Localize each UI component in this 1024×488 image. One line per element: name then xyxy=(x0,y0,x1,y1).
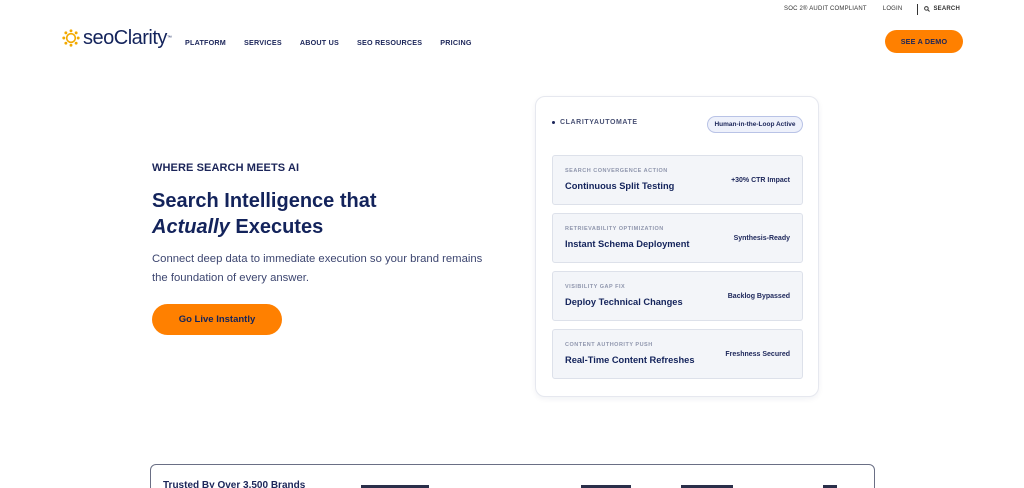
main-nav: PLATFORM SERVICES ABOUT US SEO RESOURCES… xyxy=(185,38,490,47)
action-row: CONTENT AUTHORITY PUSH Real-Time Content… xyxy=(552,329,803,379)
action-row: SEARCH CONVERGENCE ACTION Continuous Spl… xyxy=(552,155,803,205)
action-row: VISIBILITY GAP FIX Deploy Technical Chan… xyxy=(552,271,803,321)
logo-trademark: ™ xyxy=(166,35,172,41)
soc-compliance-link[interactable]: SOC 2® AUDIT COMPLIANT xyxy=(784,6,867,12)
hero-eyebrow: WHERE SEARCH MEETS AI xyxy=(152,162,300,174)
see-a-demo-button[interactable]: SEE A DEMO xyxy=(885,30,963,53)
panel-header: CLARITYAUTOMATE xyxy=(552,119,638,126)
action-title: Continuous Split Testing xyxy=(565,181,675,191)
action-title: Deploy Technical Changes xyxy=(565,297,683,307)
sun-logo-icon xyxy=(62,29,80,47)
search-label: SEARCH xyxy=(933,6,960,12)
clarityautomate-panel: CLARITYAUTOMATE Human-in-the-Loop Active… xyxy=(535,96,819,397)
headline-rest: Executes xyxy=(229,216,324,238)
action-status: Synthesis-Ready xyxy=(733,235,790,242)
action-status: +30% CTR Impact xyxy=(731,177,790,184)
action-tag: RETRIEVABILITY OPTIMIZATION xyxy=(565,226,664,232)
action-title: Instant Schema Deployment xyxy=(565,239,690,249)
search-icon xyxy=(924,6,931,12)
panel-label: CLARITYAUTOMATE xyxy=(560,119,638,126)
hero-headline: Search Intelligence that Actually Execut… xyxy=(152,188,377,240)
action-tag: VISIBILITY GAP FIX xyxy=(565,284,626,290)
nav-platform[interactable]: PLATFORM xyxy=(185,38,226,47)
utility-bar: SOC 2® AUDIT COMPLIANT LOGIN SEARCH xyxy=(784,3,960,15)
human-in-loop-badge: Human-in-the-Loop Active xyxy=(707,116,803,133)
action-status: Freshness Secured xyxy=(725,351,790,358)
trusted-brands-strip: Trusted By Over 3,500 Brands xyxy=(150,464,875,488)
go-live-button[interactable]: Go Live Instantly xyxy=(152,304,282,335)
search-link[interactable]: SEARCH xyxy=(924,6,960,12)
action-title: Real-Time Content Refreshes xyxy=(565,355,695,365)
utility-divider xyxy=(917,3,919,15)
action-status: Backlog Bypassed xyxy=(727,293,790,300)
seoclarity-logo[interactable]: seoClarity ™ xyxy=(62,28,172,48)
headline-line-1: Search Intelligence that xyxy=(152,190,377,212)
headline-emphasis: Actually xyxy=(152,216,230,238)
status-dot-icon xyxy=(552,121,555,124)
action-tag: SEARCH CONVERGENCE ACTION xyxy=(565,168,668,174)
nav-services[interactable]: SERVICES xyxy=(244,38,282,47)
login-link[interactable]: LOGIN xyxy=(883,6,903,12)
trusted-brands-label: Trusted By Over 3,500 Brands xyxy=(163,480,306,488)
nav-seo-resources[interactable]: SEO RESOURCES xyxy=(357,38,422,47)
headline-line-2: Actually Executes xyxy=(152,214,377,240)
logo-wordmark: seoClarity xyxy=(83,27,167,49)
hero-subtext: Connect deep data to immediate execution… xyxy=(152,253,483,284)
nav-pricing[interactable]: PRICING xyxy=(440,38,471,47)
action-tag: CONTENT AUTHORITY PUSH xyxy=(565,342,653,348)
action-row: RETRIEVABILITY OPTIMIZATION Instant Sche… xyxy=(552,213,803,263)
nav-about-us[interactable]: ABOUT US xyxy=(300,38,339,47)
